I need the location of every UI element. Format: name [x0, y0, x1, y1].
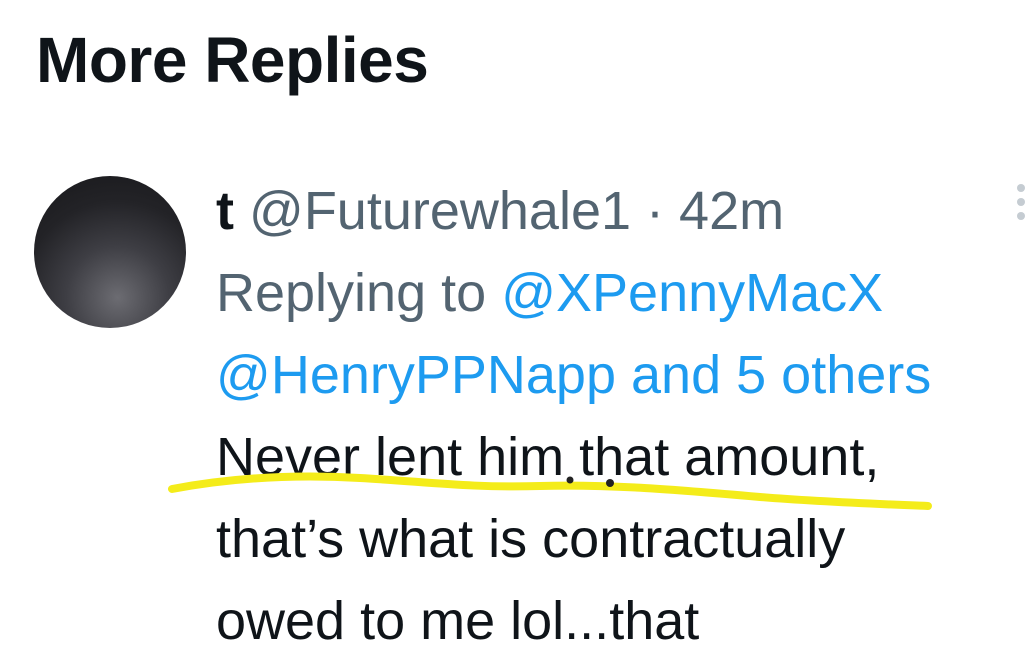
connector-text: and: [631, 345, 722, 405]
separator-dot: ·: [646, 181, 665, 241]
author-name[interactable]: t: [216, 181, 234, 241]
tweet-text-line: owed to me lol...that: [216, 591, 700, 651]
tweet-text-line: that’s what is contractually: [216, 509, 846, 569]
tweet-time[interactable]: 42m: [679, 181, 784, 241]
replying-to-label: Replying to: [216, 263, 487, 323]
mention-link[interactable]: @HenryPPNapp: [216, 345, 616, 405]
also-replying-line: @HenryPPNapp and 5 others: [216, 334, 1033, 416]
replying-to-line: Replying to @XPennyMacX: [216, 252, 1033, 334]
mention-link[interactable]: @XPennyMacX: [501, 263, 883, 323]
tweet-header: t @Futurewhale1 · 42m: [216, 170, 1033, 252]
section-title: More Replies: [36, 24, 429, 96]
reply-tweet[interactable]: t @Futurewhale1 · 42m Replying to @XPenn…: [216, 170, 1033, 662]
avatar[interactable]: [34, 176, 186, 328]
author-handle[interactable]: @Futurewhale1: [249, 181, 631, 241]
tweet-text-line: Never lent him that amount,: [216, 427, 880, 487]
others-link[interactable]: 5 others: [736, 345, 931, 405]
